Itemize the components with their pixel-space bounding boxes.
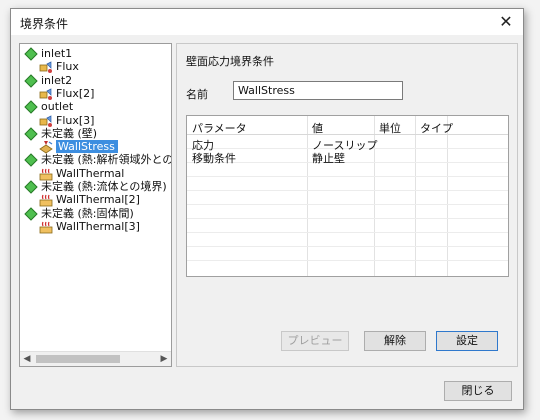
- release-button[interactable]: 解除: [364, 331, 426, 351]
- tree-item[interactable]: Flux[2]: [39, 87, 94, 101]
- name-label: 名前: [186, 88, 208, 101]
- panel-title: 壁面応力境界条件: [186, 55, 274, 68]
- flux-icon: [39, 114, 53, 128]
- tree-item-label: outlet: [41, 100, 74, 114]
- dialog-client: ◀ ▶ inlet1 Flux inlet2 Flux[2] outlet Flux[3]…: [11, 35, 523, 409]
- tree-horizontal-scrollbar[interactable]: ◀ ▶: [20, 351, 171, 366]
- wall-thermal-icon: [39, 220, 53, 234]
- tree-item[interactable]: inlet1: [24, 47, 72, 61]
- tree-item[interactable]: WallStress: [39, 140, 118, 154]
- boundary-diamond-icon: [24, 206, 38, 221]
- tree-item-label: Flux[2]: [56, 86, 95, 100]
- boundary-diamond-icon: [24, 100, 38, 114]
- grid-header[interactable]: 値: [312, 120, 323, 136]
- grid-cell[interactable]: 静止壁: [312, 150, 345, 166]
- tree-item[interactable]: 未定義 (熱:解析領域外との: [24, 153, 172, 168]
- set-button[interactable]: 設定: [436, 331, 498, 351]
- tree-item[interactable]: WallThermal: [39, 167, 124, 181]
- tree-item[interactable]: 未定義 (熱:固体間): [24, 207, 134, 221]
- close-icon[interactable]: ✕: [495, 11, 517, 33]
- tree-item[interactable]: Flux[3]: [39, 114, 94, 128]
- tree-item[interactable]: WallThermal[3]: [39, 220, 140, 234]
- boundary-diamond-icon: [24, 153, 38, 168]
- parameter-grid[interactable]: パラメータ値単位 タイプ 応力 ノースリップ 移動条件 静止壁: [186, 115, 509, 277]
- tree-item-label: WallStress: [56, 140, 118, 154]
- tree-item[interactable]: 未定義 (熱:流体との境界): [24, 180, 167, 194]
- boundary-diamond-icon: [24, 180, 38, 194]
- tree-item[interactable]: outlet: [24, 100, 73, 114]
- tree-item-label: Flux: [56, 60, 79, 74]
- tree-item-label: Flux[3]: [56, 113, 95, 127]
- flux-icon: [39, 87, 53, 101]
- tree-item-label: 未定義 (熱:解析領域外との: [41, 153, 172, 167]
- tree-item-label: WallThermal: [56, 166, 125, 180]
- grid-header[interactable]: パラメータ: [192, 120, 247, 136]
- boundary-diamond-icon: [24, 127, 38, 141]
- boundary-diamond-icon: [24, 47, 38, 61]
- title-bar: 境界条件 ✕: [11, 9, 523, 35]
- tree-item-label: inlet1: [41, 47, 73, 60]
- tree-item[interactable]: Flux: [39, 60, 79, 74]
- tree-item-label: WallThermal[3]: [56, 219, 140, 233]
- tree-item[interactable]: 未定義 (壁): [24, 127, 97, 141]
- tree-item[interactable]: inlet2: [24, 74, 72, 88]
- wall-thermal-icon: [39, 167, 53, 181]
- close-button[interactable]: 閉じる: [444, 381, 512, 401]
- tree-item-label: 未定義 (熱:固体間): [41, 206, 134, 220]
- scroll-thumb[interactable]: [36, 355, 120, 363]
- tree-item-label: inlet2: [41, 73, 73, 87]
- wall-thermal-icon: [39, 193, 53, 207]
- tree-item-label: WallThermal[2]: [56, 193, 140, 207]
- grid-header[interactable]: 単位: [379, 120, 401, 136]
- tree-item-label: 未定義 (熱:流体との境界): [41, 180, 167, 193]
- flux-icon: [39, 60, 53, 74]
- grid-header[interactable]: タイプ: [420, 120, 453, 136]
- condition-panel: 壁面応力境界条件 名前 WallStress パラメータ値単位 タイプ 応力 ノースリ…: [176, 43, 518, 367]
- grid-cell[interactable]: 移動条件: [192, 150, 236, 166]
- boundary-condition-dialog: 境界条件 ✕ ◀ ▶ inlet1 Flux inlet2 Flux[2] outlet…: [10, 8, 524, 410]
- boundary-diamond-icon: [24, 73, 38, 88]
- boundary-tree[interactable]: ◀ ▶ inlet1 Flux inlet2 Flux[2] outlet Flux[3]…: [19, 43, 172, 367]
- preview-button[interactable]: プレビュー: [281, 331, 349, 351]
- wall-stress-icon: [39, 140, 53, 154]
- tree-item[interactable]: WallThermal[2]: [39, 193, 140, 207]
- tree-item-label: 未定義 (壁): [41, 126, 98, 140]
- scroll-right-icon[interactable]: ▶: [157, 352, 171, 366]
- window-title: 境界条件: [20, 17, 69, 31]
- name-input[interactable]: WallStress: [233, 81, 403, 100]
- scroll-left-icon[interactable]: ◀: [20, 352, 34, 366]
